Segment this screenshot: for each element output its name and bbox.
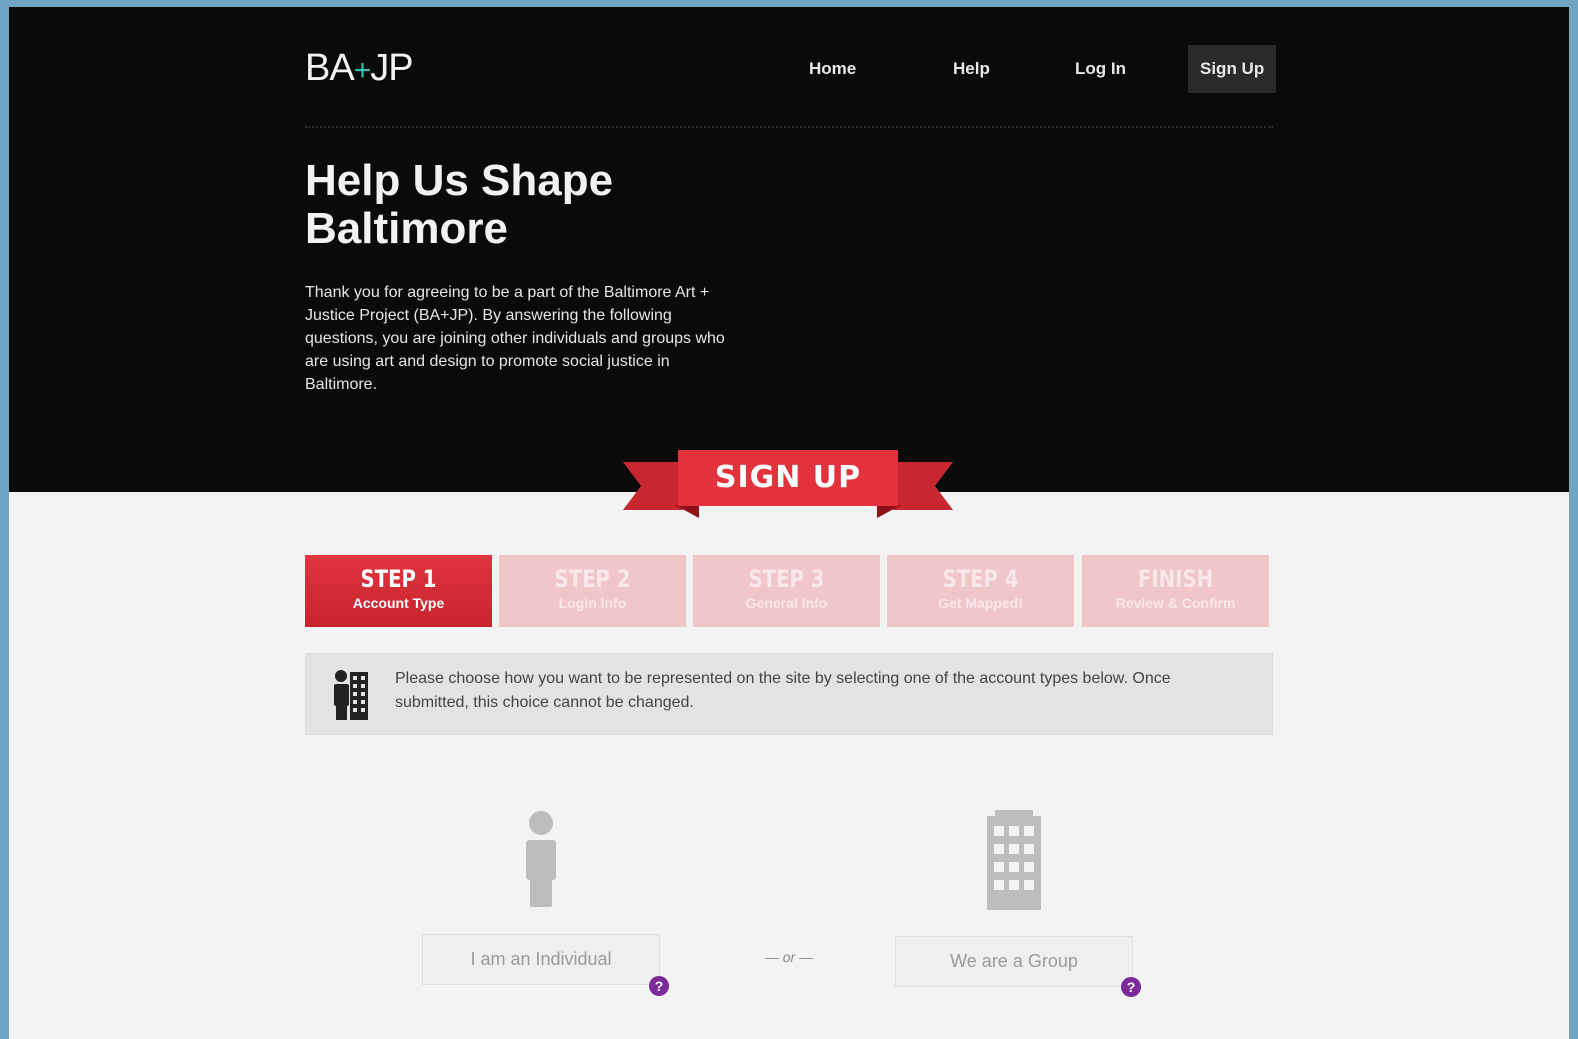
page: BA+JP Home Help Log In Sign Up Help Us S… — [9, 7, 1569, 1039]
top-nav: Home Help Log In Sign Up — [9, 45, 1569, 93]
step-title: STEP 1 — [360, 565, 437, 593]
step-title: FINISH — [1137, 565, 1214, 593]
hero-section: BA+JP Home Help Log In Sign Up Help Us S… — [9, 7, 1569, 492]
step-1[interactable]: STEP 1 Account Type — [305, 555, 492, 627]
step-3[interactable]: STEP 3 General Info — [693, 555, 880, 627]
step-subtitle: General Info — [745, 595, 828, 611]
nav-signup-button[interactable]: Sign Up — [1188, 45, 1277, 93]
group-button[interactable]: We are a Group — [895, 936, 1133, 987]
header-divider — [305, 126, 1273, 128]
title-line-2: Baltimore — [305, 204, 508, 253]
step-subtitle: Get Mapped! — [938, 595, 1023, 611]
step-finish[interactable]: FINISH Review & Confirm — [1082, 555, 1269, 627]
step-title: STEP 4 — [942, 565, 1019, 593]
step-subtitle: Account Type — [352, 595, 445, 611]
individual-button[interactable]: I am an Individual — [422, 934, 660, 985]
intro-text: Thank you for agreeing to be a part of t… — [305, 284, 725, 393]
step-subtitle: Login Info — [558, 595, 627, 611]
step-title: STEP 2 — [554, 565, 631, 593]
step-2[interactable]: STEP 2 Login Info — [499, 555, 686, 627]
group-help-icon[interactable]: ? — [1121, 977, 1141, 997]
info-message: Please choose how you want to be represe… — [395, 670, 1171, 711]
building-icon[interactable] — [985, 810, 1043, 910]
individual-help-icon[interactable]: ? — [649, 976, 669, 996]
nav-help[interactable]: Help — [953, 45, 990, 93]
account-type-info: Please choose how you want to be represe… — [305, 653, 1273, 735]
step-4[interactable]: STEP 4 Get Mapped! — [887, 555, 1074, 627]
signup-ribbon: SIGN UP — [623, 450, 953, 520]
page-title: Help Us Shape Baltimore — [305, 157, 613, 253]
step-progress: STEP 1 Account Type STEP 2 Login Info ST… — [305, 555, 1273, 627]
person-icon[interactable] — [523, 810, 559, 908]
person-building-icon — [334, 670, 368, 720]
or-separator: — or — — [764, 949, 814, 965]
title-line-1: Help Us Shape — [305, 156, 614, 205]
step-subtitle: Review & Confirm — [1115, 595, 1236, 611]
nav-home[interactable]: Home — [809, 45, 856, 93]
nav-login[interactable]: Log In — [1075, 45, 1126, 93]
ribbon-label: SIGN UP — [714, 460, 862, 495]
step-title: STEP 3 — [748, 565, 825, 593]
